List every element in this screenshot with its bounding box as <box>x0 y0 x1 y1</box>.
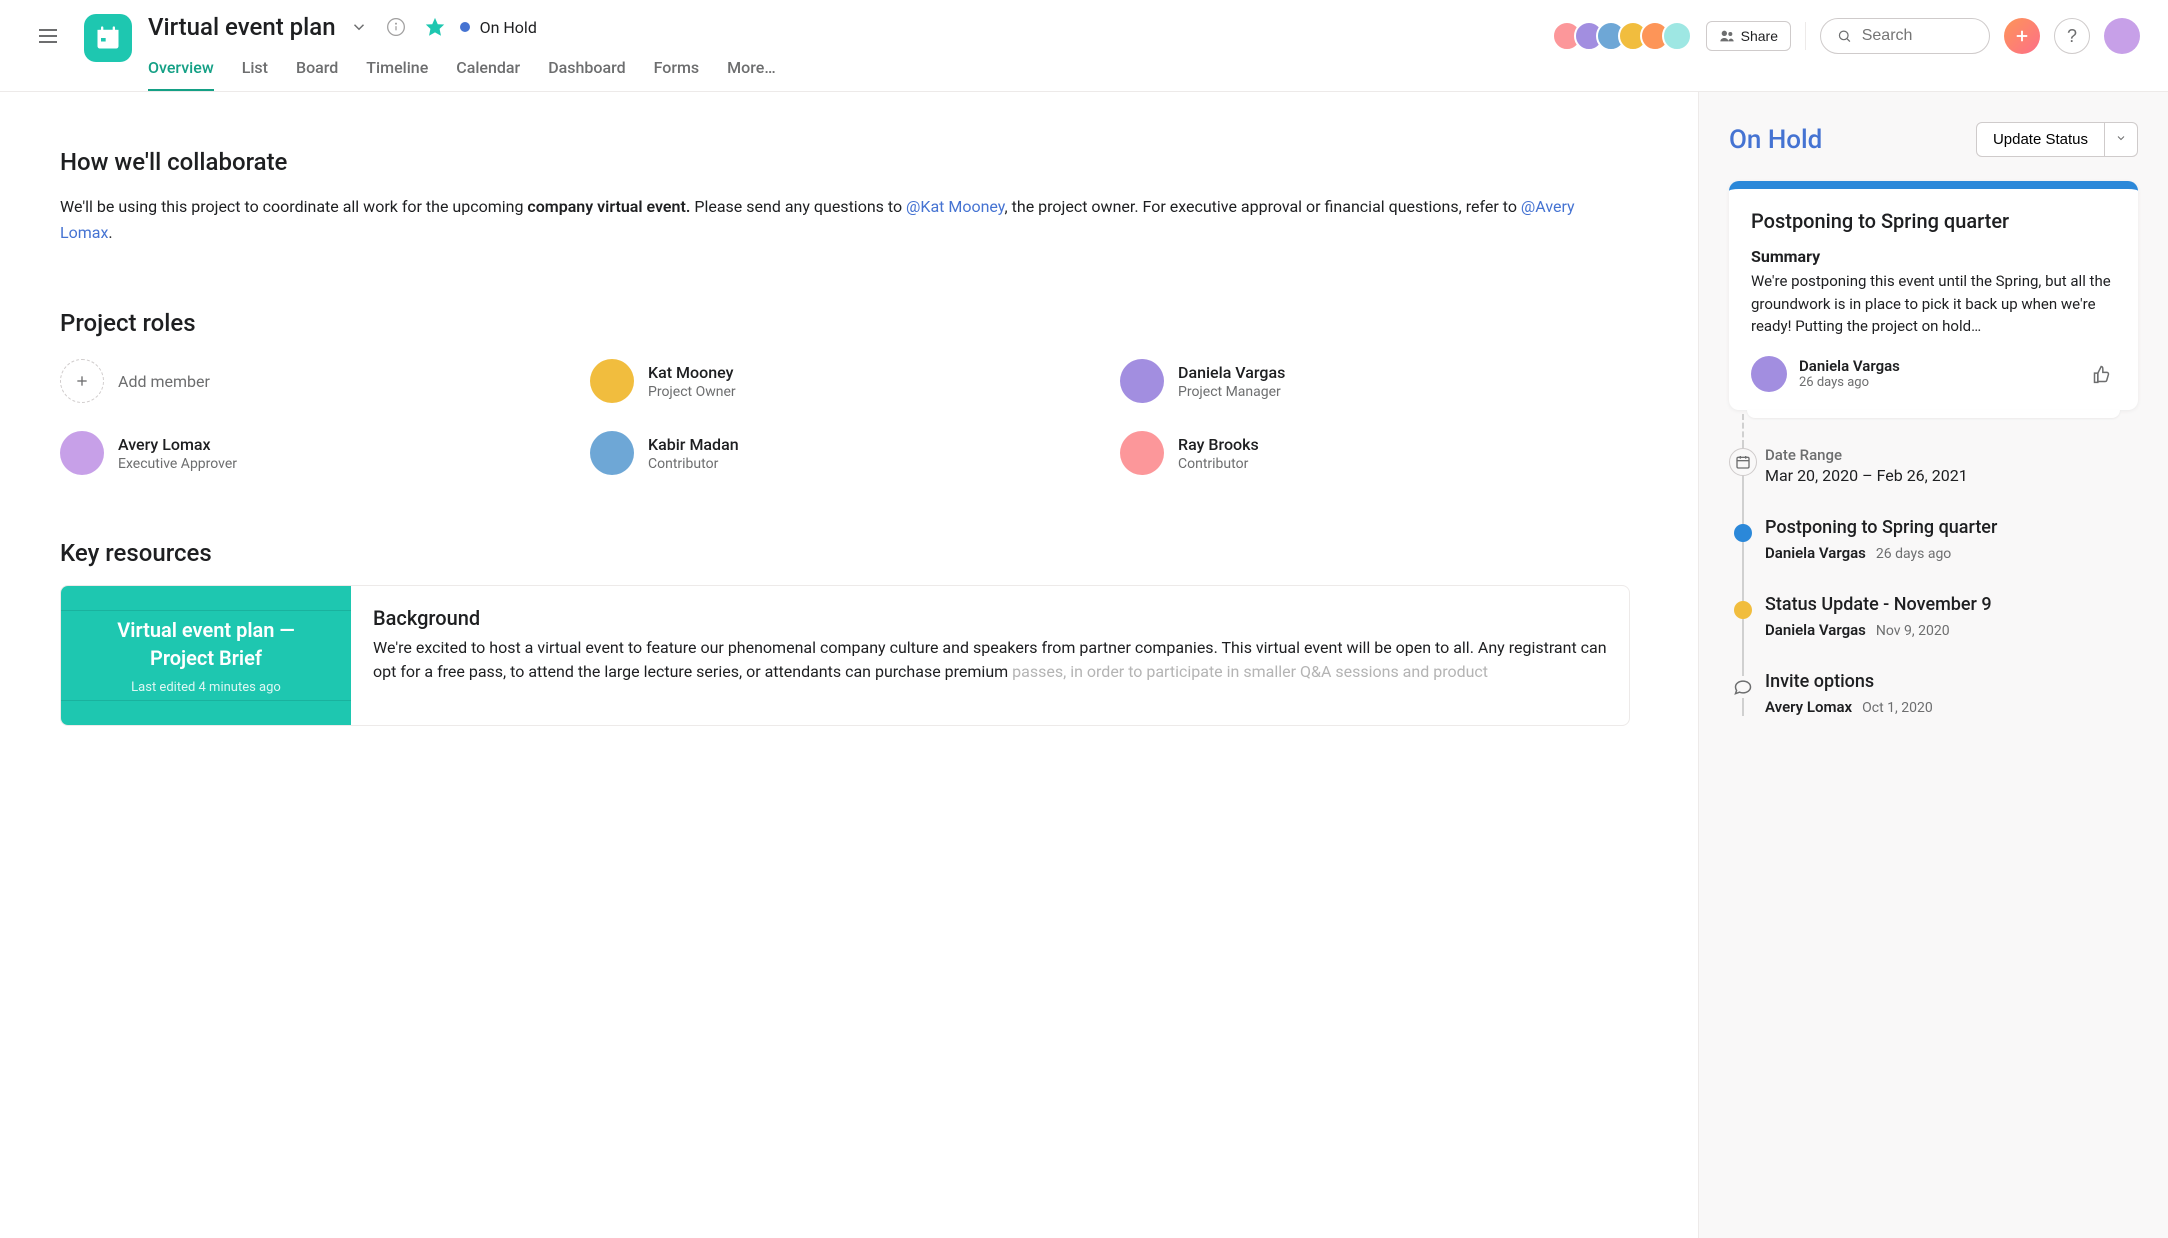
hamburger-icon <box>36 24 60 48</box>
project-icon <box>84 14 132 62</box>
tab-calendar[interactable]: Calendar <box>456 52 520 91</box>
tab-dashboard[interactable]: Dashboard <box>548 52 625 91</box>
avatar <box>1120 359 1164 403</box>
plus-icon <box>2013 27 2031 45</box>
me-avatar[interactable] <box>2104 18 2140 54</box>
tab-list[interactable]: List <box>242 52 268 91</box>
tab-board[interactable]: Board <box>296 52 338 91</box>
role-member[interactable]: Ray BrooksContributor <box>1120 431 1630 475</box>
project-title: Virtual event plan <box>148 13 336 41</box>
hamburger-menu-button[interactable] <box>28 12 68 51</box>
avatar <box>1751 356 1787 392</box>
timeline-item[interactable]: Postponing to Spring quarter Daniela Var… <box>1765 517 2138 562</box>
thumbs-up-icon <box>2092 364 2112 384</box>
status-panel: On Hold Update Status Postponing to Spri… <box>1698 92 2168 1238</box>
calendar-icon <box>1735 454 1751 470</box>
status-dot-icon <box>1734 601 1752 619</box>
plus-icon <box>74 373 90 389</box>
chevron-down-icon <box>2115 132 2127 144</box>
status-dot-icon <box>1734 524 1752 542</box>
avatar <box>590 431 634 475</box>
timeline-item[interactable]: Status Update - November 9 Daniela Varga… <box>1765 594 2138 639</box>
search-box[interactable] <box>1820 18 1990 54</box>
status-update-card[interactable]: Postponing to Spring quarter Summary We'… <box>1729 181 2138 410</box>
avatar <box>1120 431 1164 475</box>
star-icon <box>424 16 446 38</box>
chevron-down-icon <box>350 18 368 36</box>
info-icon <box>386 17 406 37</box>
title-dropdown-button[interactable] <box>346 14 372 40</box>
add-member-label: Add member <box>118 372 210 391</box>
tab-timeline[interactable]: Timeline <box>366 52 428 91</box>
resource-preview: Background We're excited to host a virtu… <box>351 586 1629 725</box>
like-button[interactable] <box>2088 360 2116 388</box>
calendar-icon <box>94 24 122 52</box>
project-info-button[interactable] <box>382 13 410 41</box>
role-member[interactable]: Kabir MadanContributor <box>590 431 1100 475</box>
resources-heading: Key resources <box>60 539 1630 567</box>
section-resources: Key resources Virtual event plan — Proje… <box>60 539 1630 726</box>
timeline-item[interactable]: Invite options Avery LomaxOct 1, 2020 <box>1765 671 2138 716</box>
activity-timeline: Date Range Mar 20, 2020 – Feb 26, 2021 P… <box>1729 446 2138 716</box>
share-button[interactable]: Share <box>1706 21 1791 51</box>
roles-heading: Project roles <box>60 309 1630 337</box>
main-content: How we'll collaborate We'll be using thi… <box>0 92 1698 1238</box>
collaborate-heading: How we'll collaborate <box>60 148 1630 176</box>
role-member[interactable]: Kat MooneyProject Owner <box>590 359 1100 403</box>
avatar <box>590 359 634 403</box>
global-add-button[interactable] <box>2004 18 2040 54</box>
share-label: Share <box>1741 28 1778 44</box>
top-header: Virtual event plan On Hold Overview List… <box>0 0 2168 92</box>
panel-status-title: On Hold <box>1729 125 1822 155</box>
section-roles: Project roles Add member Kat MooneyProje… <box>60 309 1630 475</box>
search-input[interactable] <box>1862 27 1973 45</box>
resource-card[interactable]: Virtual event plan — Project Brief Last … <box>60 585 1630 726</box>
update-status-button[interactable]: Update Status <box>1976 122 2105 157</box>
role-member[interactable]: Avery LomaxExecutive Approver <box>60 431 570 475</box>
status-dot <box>460 22 470 32</box>
avatar <box>1662 21 1692 51</box>
search-icon <box>1837 27 1852 45</box>
add-member-icon-circle <box>60 359 104 403</box>
tab-forms[interactable]: Forms <box>654 52 700 91</box>
mention-kat[interactable]: @Kat Mooney <box>906 197 1004 216</box>
role-member[interactable]: Daniela VargasProject Manager <box>1120 359 1630 403</box>
avatar <box>60 431 104 475</box>
update-status-dropdown[interactable] <box>2105 122 2138 157</box>
star-button[interactable] <box>420 12 450 42</box>
status-label[interactable]: On Hold <box>480 18 537 37</box>
member-avatar-stack[interactable] <box>1552 21 1692 51</box>
collaborate-text: We'll be using this project to coordinat… <box>60 194 1630 245</box>
comment-icon <box>1733 677 1753 697</box>
add-member-button[interactable]: Add member <box>60 359 570 403</box>
tab-more[interactable]: More… <box>727 52 775 91</box>
timeline-date-range: Date Range Mar 20, 2020 – Feb 26, 2021 <box>1765 446 2138 485</box>
card-stack-decoration <box>1747 410 2120 418</box>
people-icon <box>1719 28 1735 44</box>
tab-overview[interactable]: Overview <box>148 52 214 91</box>
divider <box>1805 22 1806 50</box>
project-tabs: Overview List Board Timeline Calendar Da… <box>148 52 1536 91</box>
resource-thumbnail: Virtual event plan — Project Brief Last … <box>61 586 351 725</box>
help-button[interactable]: ? <box>2054 18 2090 54</box>
section-collaborate: How we'll collaborate We'll be using thi… <box>60 148 1630 245</box>
